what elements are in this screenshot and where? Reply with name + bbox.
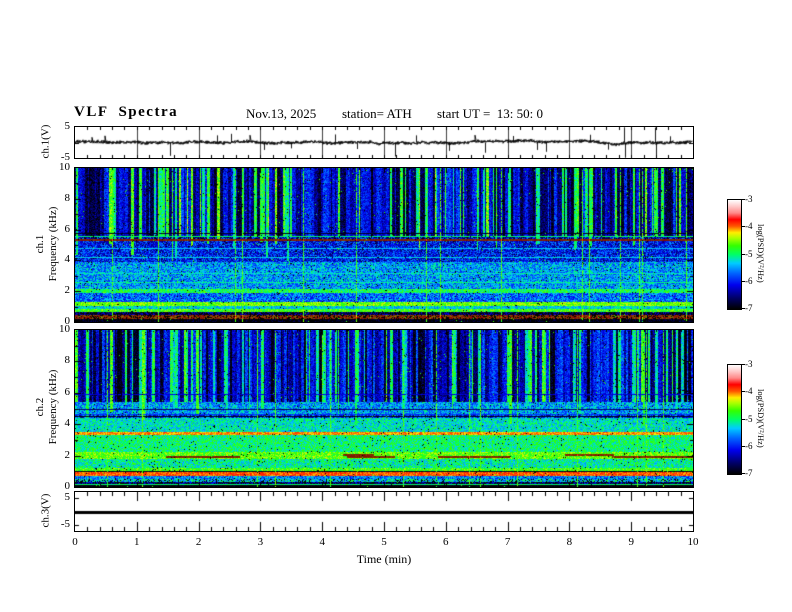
y-tick-label: -5 <box>60 151 70 163</box>
ch3-waveform-canvas <box>75 492 693 531</box>
y-tick-label: 8 <box>64 354 71 367</box>
colorbar-tick-label: -3 <box>745 359 753 369</box>
colorbar-tick-label: -4 <box>745 221 753 232</box>
y-tick-label: 2 <box>64 448 71 461</box>
ch1-spectrogram-panel <box>74 167 694 323</box>
ch2-spectrogram-canvas <box>75 330 693 487</box>
vlf-spectra-figure: VLF Spectra Nov.13, 2025 station= ATH st… <box>0 0 792 612</box>
y-tick-label: 10 <box>59 323 70 335</box>
x-tick-label: 10 <box>687 536 699 548</box>
ch1-spectrogram-canvas <box>75 168 693 322</box>
colorbar-2 <box>727 364 742 475</box>
ch3-waveform-panel <box>74 491 694 532</box>
x-tick-label: 4 <box>319 536 325 548</box>
x-tick-label: 0 <box>72 536 78 548</box>
ch3-wave-ylabel: ch.3(V) <box>39 493 52 528</box>
colorbar-tick-label: -5 <box>745 413 753 424</box>
x-axis-label: Time (min) <box>356 552 412 566</box>
date-label: Nov.13, 2025 <box>246 106 317 121</box>
x-tick-label: 1 <box>134 536 140 548</box>
y-tick-label: 2 <box>64 284 71 297</box>
colorbar-tick-label: -6 <box>745 440 753 451</box>
y-tick-label: 4 <box>64 417 71 430</box>
x-tick-label: 7 <box>504 536 511 548</box>
x-tick-label: 8 <box>566 536 573 548</box>
colorbar-tick-label: -4 <box>745 386 753 397</box>
ch2-spectrogram-panel <box>74 329 694 488</box>
y-tick-label: 8 <box>64 191 71 204</box>
station-label: station= ATH <box>342 106 412 121</box>
x-tick-label: 6 <box>443 536 449 548</box>
colorbar-tick-label: -7 <box>745 468 753 478</box>
x-tick-label: 3 <box>257 536 264 548</box>
colorbar-1 <box>727 199 742 310</box>
colorbar-tick-label: -7 <box>745 303 753 313</box>
y-tick-label: 4 <box>64 253 71 266</box>
colorbar-tick-label: -5 <box>745 248 753 259</box>
y-tick-label: 5 <box>64 490 71 503</box>
y-tick-label: -5 <box>60 518 70 531</box>
colorbar-tick-label: -3 <box>745 194 753 204</box>
y-tick-label: 5 <box>64 120 71 132</box>
x-tick-label: 5 <box>381 536 387 548</box>
ch1-waveform-panel <box>74 126 694 159</box>
colorbar-2-label: log(PSD)(V²/Hz) <box>756 389 766 448</box>
x-tick-label: 9 <box>628 536 634 548</box>
page-title: VLF Spectra <box>74 104 179 120</box>
colorbar-1-label: log(PSD)(V²/Hz) <box>756 224 766 283</box>
start-ut-label: start UT = 13: 50: 0 <box>437 106 544 121</box>
ch1-waveform-canvas <box>75 127 693 158</box>
x-tick-label: 2 <box>195 536 202 548</box>
ch1-spec-ylabel-axis: Frequency (kHz) <box>47 206 59 282</box>
ch1-spec-ylabel-ch: ch.1 <box>34 234 46 254</box>
colorbar-tick-label: -6 <box>745 275 753 286</box>
y-tick-label: 6 <box>64 385 71 398</box>
y-tick-label: 6 <box>64 222 71 235</box>
ch1-spec-ylabel: ch.1 Frequency (kHz) <box>34 164 60 324</box>
